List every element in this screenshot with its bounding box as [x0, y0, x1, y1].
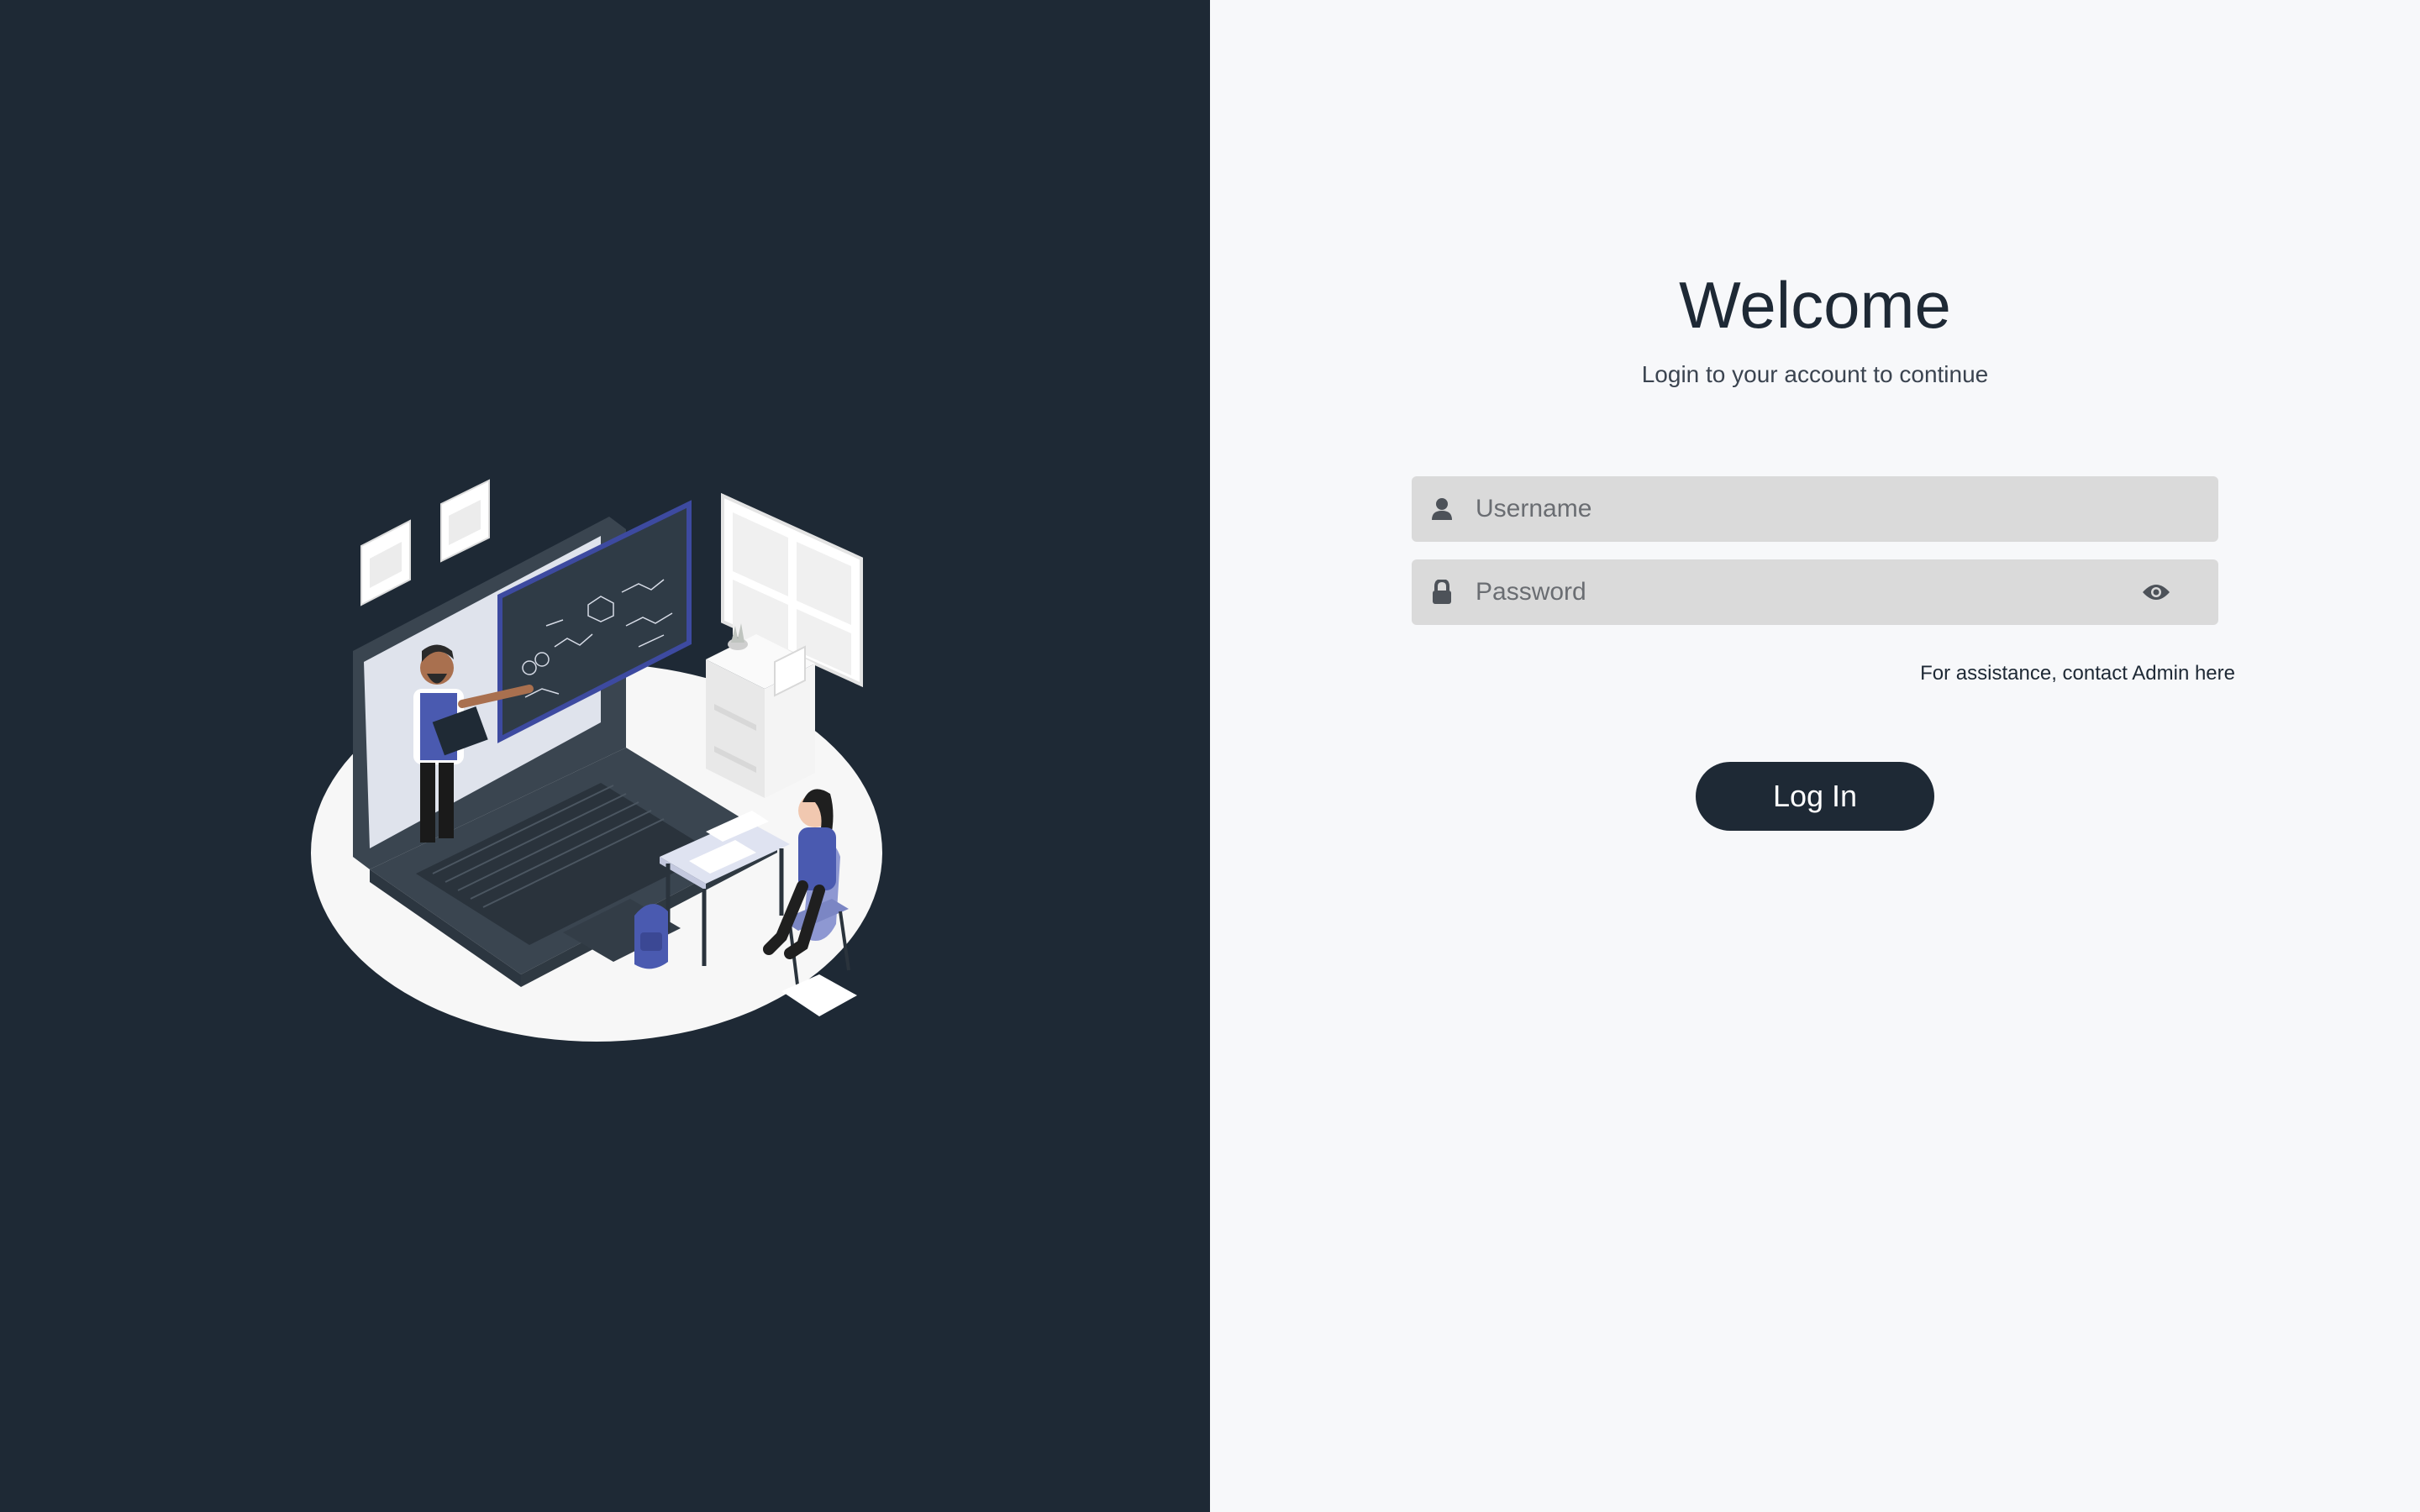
user-icon	[1430, 497, 1454, 521]
welcome-title: Welcome	[1679, 268, 1951, 342]
login-button[interactable]: Log In	[1696, 762, 1934, 831]
assistance-link[interactable]: For assistance, contact Admin here	[1920, 662, 2235, 685]
illustration-panel	[0, 0, 1210, 1512]
username-field[interactable]	[1412, 476, 2218, 542]
password-field[interactable]	[1412, 559, 2218, 625]
login-page: Welcome Login to your account to continu…	[0, 0, 2420, 1512]
username-input[interactable]	[1476, 476, 2218, 542]
password-input[interactable]	[1476, 559, 2141, 625]
lock-icon	[1430, 580, 1454, 604]
online-classroom-illustration	[311, 479, 882, 1042]
welcome-subtitle: Login to your account to continue	[1641, 361, 1989, 387]
eye-icon[interactable]	[2141, 580, 2171, 604]
login-panel: Welcome Login to your account to continu…	[1210, 0, 2420, 1512]
